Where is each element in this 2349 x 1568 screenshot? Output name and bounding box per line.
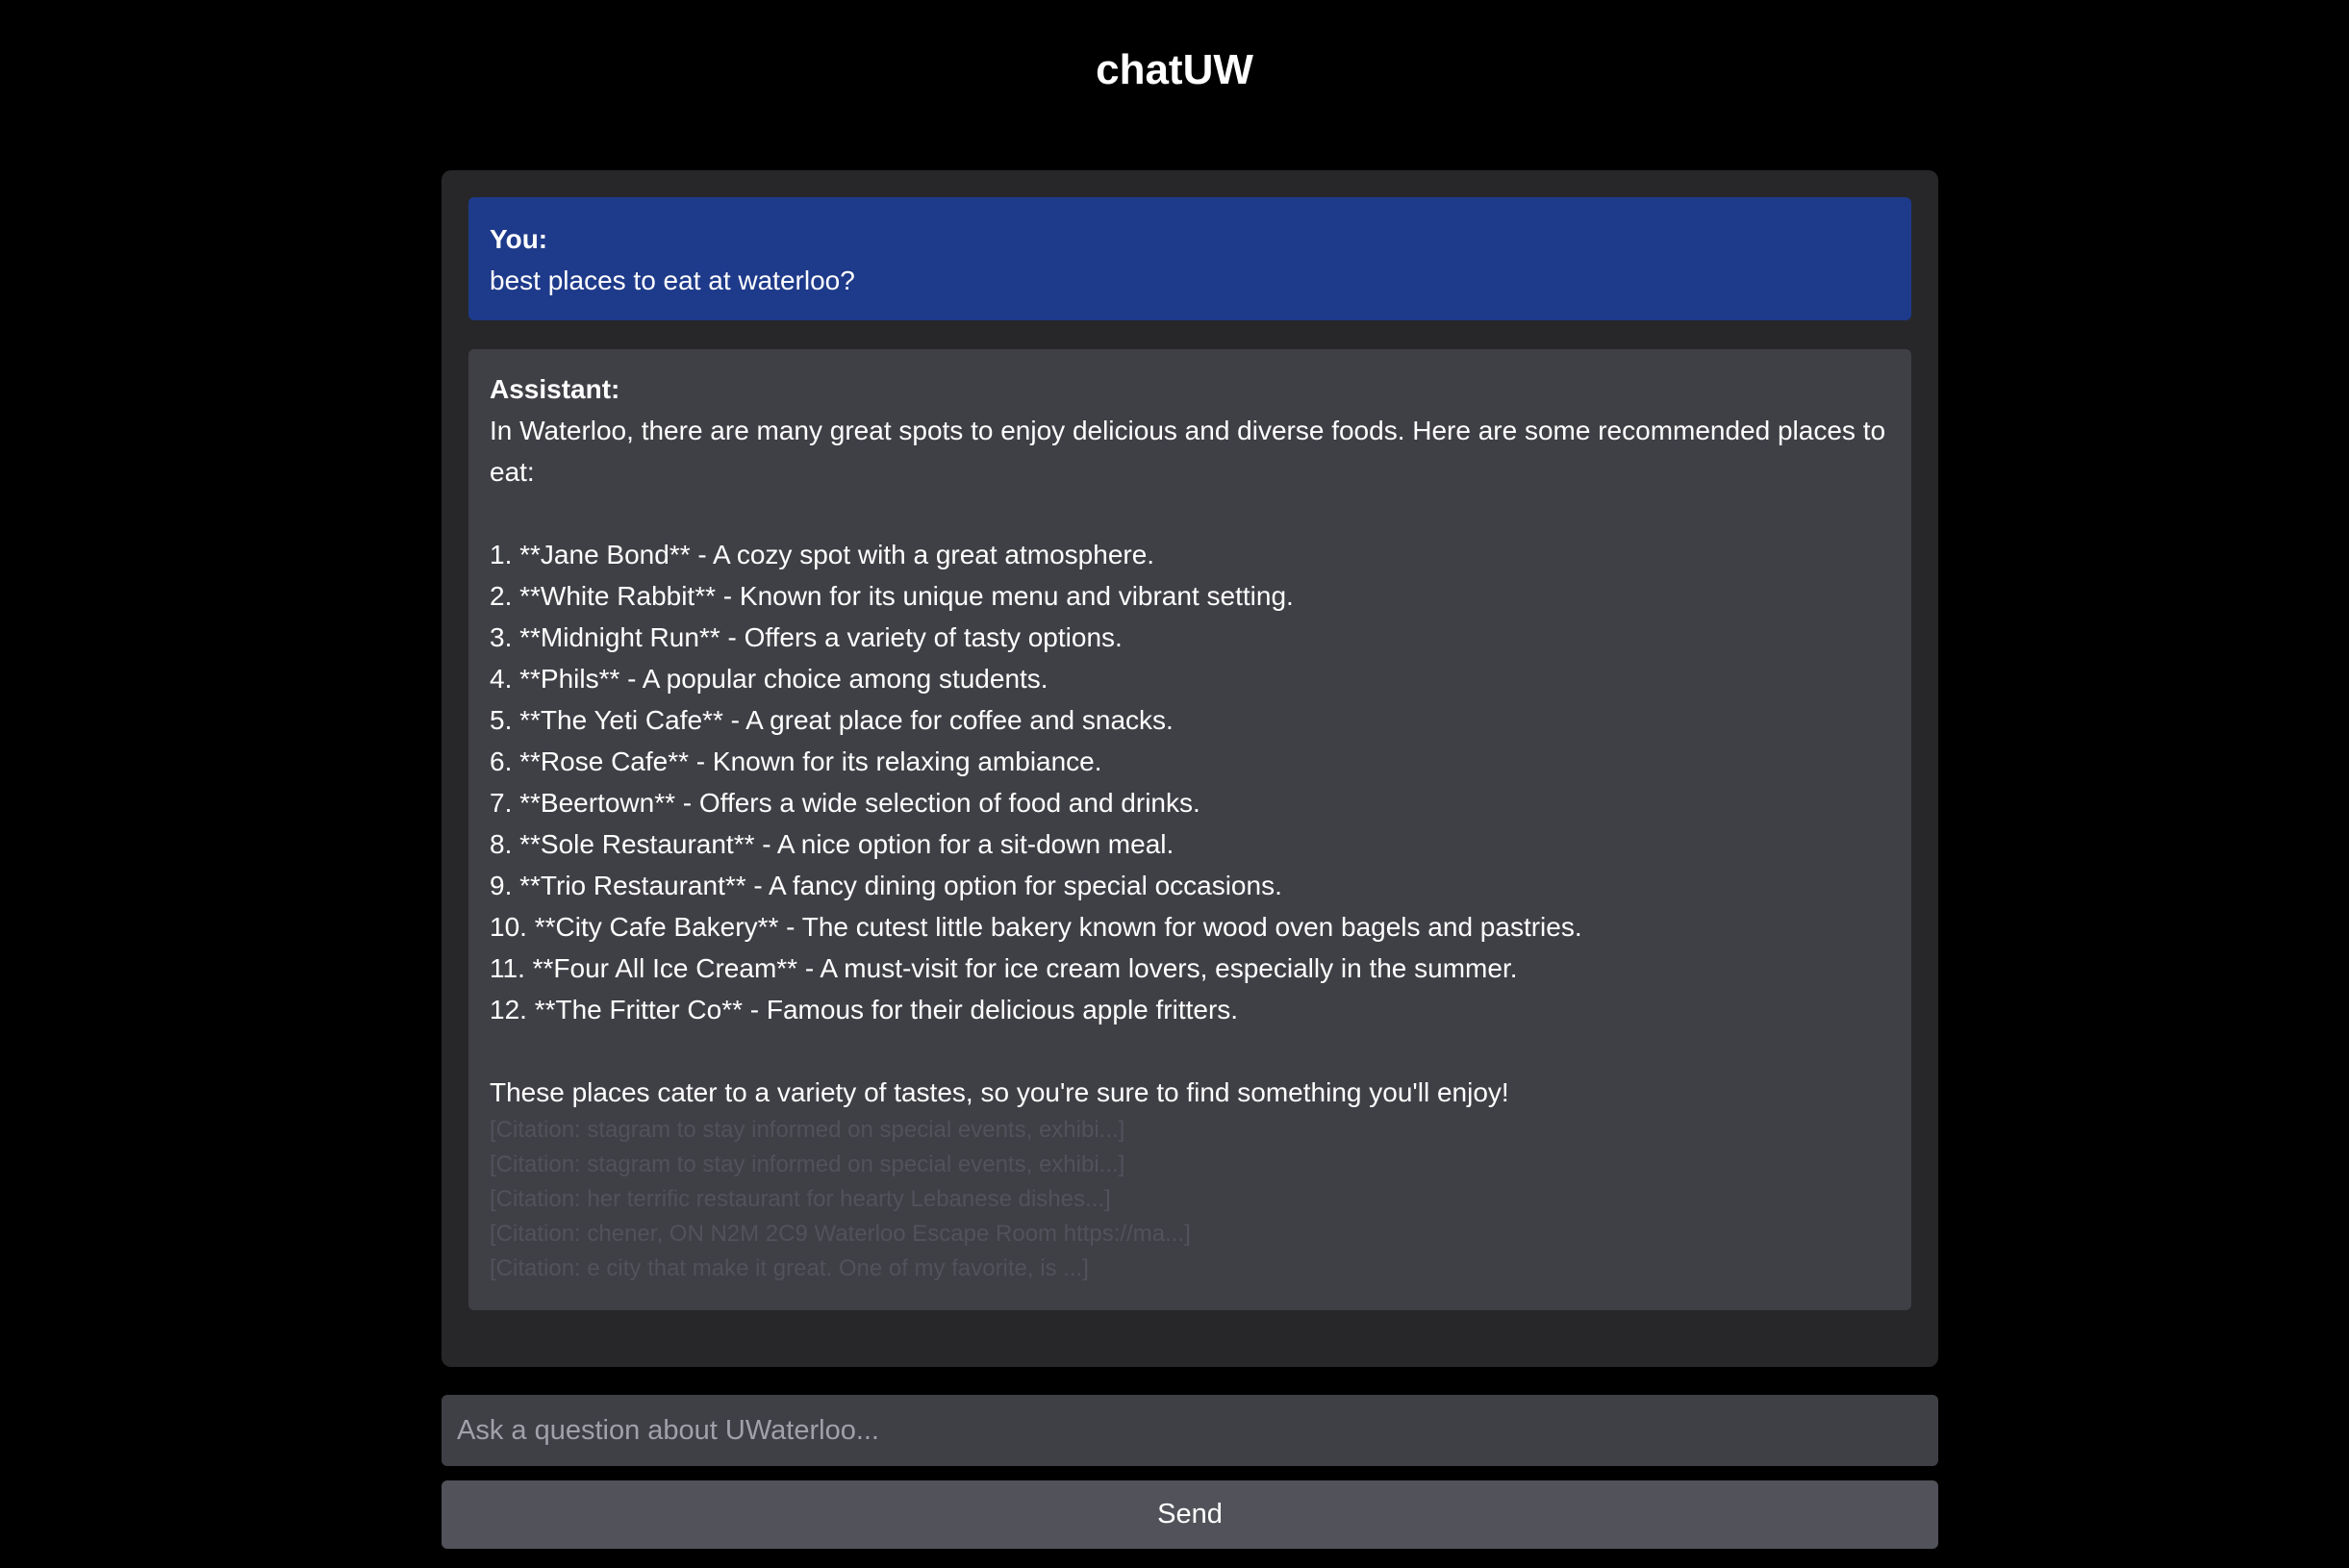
citation: [Citation: stagram to stay informed on s… (490, 1117, 1125, 1143)
restaurant-list: 1. **Jane Bond** - A cozy spot with a gr… (490, 534, 1890, 1030)
list-item: 2. **White Rabbit** - Known for its uniq… (490, 581, 1294, 611)
app-title: chatUW (1096, 46, 1253, 93)
assistant-speaker-label: Assistant: (490, 374, 620, 404)
list-item: 3. **Midnight Run** - Offers a variety o… (490, 622, 1123, 652)
citation: [Citation: her terrific restaurant for h… (490, 1186, 1111, 1212)
user-message: You: best places to eat at waterloo? (468, 197, 1911, 320)
list-item: 8. **Sole Restaurant** - A nice option f… (490, 829, 1174, 859)
list-item: 5. **The Yeti Cafe** - A great place for… (490, 705, 1174, 735)
citation: [Citation: stagram to stay informed on s… (490, 1151, 1125, 1177)
list-item: 9. **Trio Restaurant** - A fancy dining … (490, 871, 1282, 900)
list-item: 1. **Jane Bond** - A cozy spot with a gr… (490, 540, 1155, 569)
assistant-closing-text: These places cater to a variety of taste… (490, 1077, 1509, 1107)
user-message-text: best places to eat at waterloo? (490, 266, 855, 295)
question-input[interactable] (442, 1395, 1938, 1466)
list-item: 7. **Beertown** - Offers a wide selectio… (490, 788, 1200, 818)
list-item: 10. **City Cafe Bakery** - The cutest li… (490, 912, 1582, 942)
list-item: 6. **Rose Cafe** - Known for its relaxin… (490, 746, 1102, 776)
chat-history-panel[interactable]: You: best places to eat at waterloo? Ass… (442, 170, 1938, 1367)
citation: [Citation: chener, ON N2M 2C9 Waterloo E… (490, 1221, 1191, 1247)
assistant-intro-text: In Waterloo, there are many great spots … (490, 416, 1893, 487)
list-item: 12. **The Fritter Co** - Famous for thei… (490, 995, 1239, 1024)
citation-list: [Citation: stagram to stay informed on s… (490, 1113, 1890, 1286)
list-item: 11. **Four All Ice Cream** - A must-visi… (490, 953, 1518, 983)
assistant-message: Assistant: In Waterloo, there are many g… (468, 349, 1911, 1310)
user-speaker-label: You: (490, 224, 548, 254)
send-button[interactable]: Send (442, 1480, 1938, 1549)
list-item: 4. **Phils** - A popular choice among st… (490, 664, 1048, 694)
citation: [Citation: e city that make it great. On… (490, 1255, 1089, 1281)
